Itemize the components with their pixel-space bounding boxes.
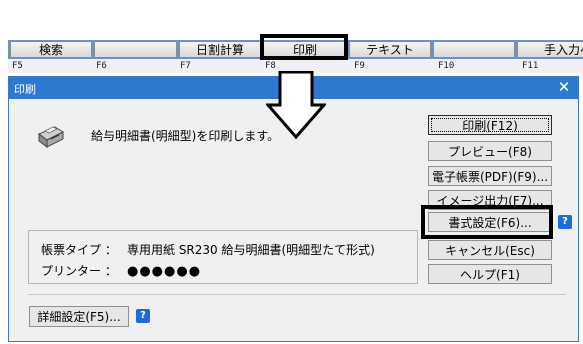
form-type-value: 専用用紙 SR230 給与明細書(明細型たて形式) — [127, 243, 375, 257]
printer-label: プリンター ： — [41, 264, 117, 278]
print-message: 給与明細書(明細型)を印刷します。 — [91, 129, 280, 143]
printer-row: プリンター ： ●●●●●● — [41, 262, 201, 279]
divider — [28, 294, 566, 295]
printer-icon — [38, 126, 65, 148]
fkey-label: F6 — [96, 61, 107, 71]
print-button[interactable]: 印刷(F12) — [428, 115, 552, 135]
f6-button[interactable] — [94, 41, 177, 58]
print-button-highlight — [260, 34, 348, 60]
fkey-label: F7 — [180, 61, 191, 71]
fkey-label: F11 — [522, 61, 539, 71]
detail-settings-button[interactable]: 詳細設定(F5)... — [29, 306, 129, 327]
close-icon[interactable]: ✕ — [556, 79, 572, 96]
search-button[interactable]: 検索 — [10, 41, 92, 58]
daily-calc-button[interactable]: 日割計算 — [179, 41, 261, 58]
format-help-icon[interactable]: ? — [558, 215, 572, 229]
printer-value: ●●●●●● — [127, 264, 202, 279]
preview-button[interactable]: プレビュー(F8) — [428, 141, 552, 161]
print-info-group: 帳票タイプ ： 専用用紙 SR230 給与明細書(明細型たて形式) プリンター ：… — [28, 230, 418, 284]
fkey-label: F9 — [354, 61, 365, 71]
text-button[interactable]: テキスト — [349, 41, 431, 58]
down-arrow-icon — [266, 71, 326, 139]
fkey-label: F10 — [438, 61, 455, 71]
detail-help-icon[interactable]: ? — [136, 309, 150, 323]
f10-button[interactable] — [433, 41, 515, 58]
form-type-label: 帳票タイプ ： — [41, 243, 117, 257]
format-button-highlight — [421, 205, 553, 239]
pdf-button[interactable]: 電子帳票(PDF)(F9)... — [428, 166, 552, 186]
fkey-label: F5 — [12, 61, 23, 71]
dialog-title: 印刷 — [14, 83, 36, 96]
manual-input-button[interactable]: 手入力へ — [517, 41, 583, 58]
cancel-button[interactable]: キャンセル(Esc) — [428, 240, 552, 260]
help-button[interactable]: ヘルプ(F1) — [428, 264, 552, 284]
form-type-row: 帳票タイプ ： 専用用紙 SR230 給与明細書(明細型たて形式) — [41, 241, 375, 258]
